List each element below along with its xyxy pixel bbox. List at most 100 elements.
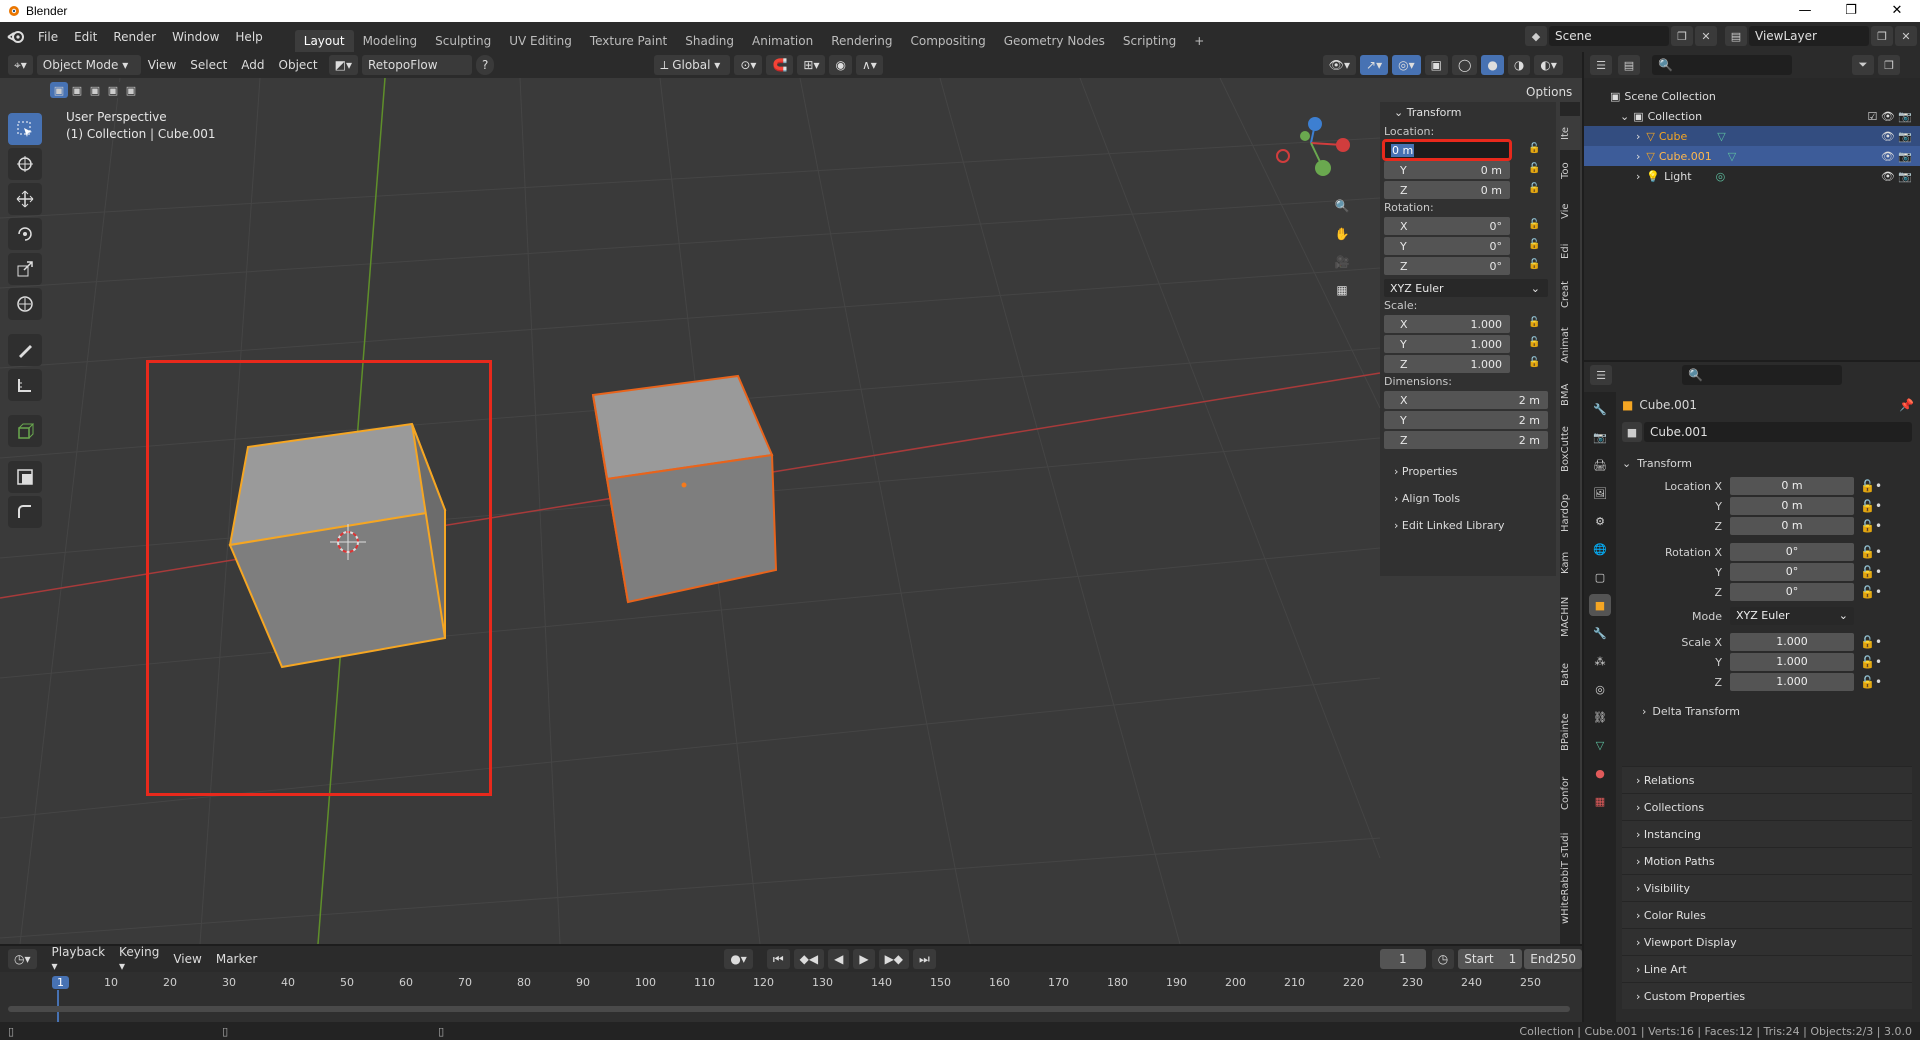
pan-hand-icon[interactable]: ✋ [1330,222,1354,246]
tab-bpainter[interactable]: BPainte [1560,702,1580,762]
lock-icon[interactable]: 🔓 [1528,219,1542,233]
tab-sculpting[interactable]: Sculpting [426,30,500,52]
help-icon[interactable]: ? [476,55,495,75]
jump-start-icon[interactable]: ⏮ [766,949,790,969]
lock-icon[interactable]: 🔓• [1860,585,1882,599]
filter-icon[interactable]: ⏷ [1852,55,1874,75]
lock-icon[interactable]: 🔓 [1528,183,1542,197]
menu-keying[interactable]: Keying ▾ [112,945,166,973]
section-collections[interactable]: › Collections [1622,793,1912,820]
rotation-mode-select[interactable]: XYZ Euler ⌄ [1384,279,1548,297]
select-subtract-icon[interactable]: ▣ [86,82,104,98]
outliner-editor-icon[interactable]: ☰ [1590,55,1612,75]
section-motion-paths[interactable]: › Motion Paths [1622,847,1912,874]
tab-layout[interactable]: Layout [294,30,354,52]
ortho-grid-icon[interactable]: ▦ [1330,278,1354,302]
end-frame-input[interactable]: End 250 [1524,949,1582,969]
view-layer-settings-icon[interactable]: 🖼 [1589,482,1611,504]
delta-transform-subpanel[interactable]: › Delta Transform [1622,698,1914,724]
tab-kam[interactable]: Kam [1560,546,1580,580]
prop-scale-x-input[interactable]: 1.000 [1730,633,1854,651]
pivot-icon[interactable]: ⊙▾ [734,55,763,75]
mesh-data-settings-icon[interactable]: ▽ [1589,734,1611,756]
scene-collection-row[interactable]: ▣ Scene Collection [1584,86,1920,106]
transform-panel-header[interactable]: ⌄ Transform [1380,102,1556,124]
options-button[interactable]: Options [1520,82,1579,102]
scene-settings-icon[interactable]: ⚙ [1589,510,1611,532]
edit-linked-library-subpanel[interactable]: › Edit Linked Library [1380,512,1556,539]
jump-keyframe-forward-icon[interactable]: ▶◆ [878,949,910,969]
lock-icon[interactable]: 🔓• [1860,655,1882,669]
lock-icon[interactable]: 🔓 [1528,239,1542,253]
rotate-tool-icon[interactable] [8,218,42,250]
wireframe-shading-icon[interactable]: ◯ [1451,55,1478,75]
cursor-tool-icon[interactable] [8,148,42,180]
menu-marker[interactable]: Marker [209,952,264,966]
current-frame-input[interactable]: 1 [1379,949,1426,969]
blender-menu-icon[interactable] [0,27,30,47]
section-relations[interactable]: › Relations [1622,766,1912,793]
section-viewport-display[interactable]: › Viewport Display [1622,928,1912,955]
tab-texture-paint[interactable]: Texture Paint [581,30,676,52]
maximize-button[interactable]: ❐ [1828,0,1874,22]
particles-settings-icon[interactable]: ⁂ [1589,650,1611,672]
solid-shading-icon[interactable]: ● [1481,55,1504,75]
object-name-input[interactable]: Cube.001 [1644,422,1912,442]
tab-modeling[interactable]: Modeling [354,30,427,52]
lock-icon[interactable]: 🔓 [1528,259,1542,273]
tab-bate[interactable]: Bate [1560,654,1580,694]
lock-icon[interactable]: 🔓• [1860,519,1882,533]
jump-end-icon[interactable]: ⏭ [913,949,936,969]
tab-edit[interactable]: Edi [1560,234,1580,268]
view-layer-selector[interactable]: ViewLayer [1749,26,1869,46]
rendered-shading-icon[interactable]: ◐▾ [1534,55,1563,75]
select-extend-icon[interactable]: ▣ [68,82,86,98]
falloff-icon[interactable]: ∧▾ [855,55,883,75]
render-settings-icon[interactable]: 📷 [1589,426,1611,448]
tab-item[interactable]: Ite [1560,116,1580,150]
lock-icon[interactable]: 🔓• [1860,635,1882,649]
output-settings-icon[interactable]: 🖨 [1589,454,1611,476]
tab-shading[interactable]: Shading [676,30,743,52]
timeline-area[interactable]: 1 10 20 30 40 50 60 70 80 90 100 110 120 130 140 150 160… [0,972,1582,1022]
lock-icon[interactable]: 🔓• [1860,479,1882,493]
tab-animation[interactable]: Animat [1560,320,1580,370]
align-tools-subpanel[interactable]: › Align Tools [1380,485,1556,512]
display-mode-icon[interactable]: ▤ [1618,55,1640,75]
3d-viewport[interactable]: User Perspective (1) Collection | Cube.0… [0,78,1582,944]
world-settings-icon[interactable]: 🌐 [1589,538,1611,560]
section-custom-properties[interactable]: › Custom Properties [1622,982,1912,1009]
start-frame-input[interactable]: Start 1 [1458,949,1523,969]
annotate-tool-icon[interactable] [8,334,42,366]
pin-icon[interactable]: 📌 [1899,398,1914,412]
select-invert-icon[interactable]: ▣ [104,82,122,98]
scale-tool-icon[interactable] [8,253,42,285]
lock-icon[interactable]: 🔓 [1528,317,1542,331]
hops-tool-icon[interactable] [8,496,42,528]
tab-uv-editing[interactable]: UV Editing [500,30,581,52]
prop-location-z-input[interactable]: 0 m [1730,517,1854,535]
prop-mode-select[interactable]: XYZ Euler ⌄ [1730,607,1854,625]
timeline-scrollbar[interactable] [8,1006,1570,1012]
xray-icon[interactable]: ▣ [1424,55,1448,75]
tab-animation[interactable]: Animation [743,30,822,52]
rotation-z-input[interactable]: Z 0° [1384,257,1510,275]
scene-selector[interactable]: Scene [1549,26,1669,46]
play-reverse-icon[interactable]: ◀ [828,949,850,969]
tab-geometry-nodes[interactable]: Geometry Nodes [995,30,1114,52]
dimensions-x-input[interactable]: X 2 m [1384,391,1548,409]
menu-add[interactable]: Add [234,58,271,72]
mode-selector[interactable]: Object Mode ▾ [36,55,141,75]
properties-editor-icon[interactable]: ☰ [1590,365,1612,385]
menu-help[interactable]: Help [227,30,270,44]
new-view-layer-icon[interactable]: ❐ [1871,26,1893,46]
lock-icon[interactable]: 🔓• [1860,499,1882,513]
dimensions-y-input[interactable]: Y 2 m [1384,411,1548,429]
properties-subpanel[interactable]: › Properties [1380,458,1556,485]
jump-keyframe-back-icon[interactable]: ◆◀ [793,949,825,969]
prop-scale-z-input[interactable]: 1.000 [1730,673,1854,691]
object-settings-icon[interactable]: ■ [1589,594,1611,616]
lock-icon[interactable]: 🔓 [1528,143,1542,157]
view-layer-icon[interactable]: ▤ [1725,26,1747,46]
outliner-item-cube[interactable]: › ▽ Cube ▽ 👁 📷 [1584,126,1920,146]
